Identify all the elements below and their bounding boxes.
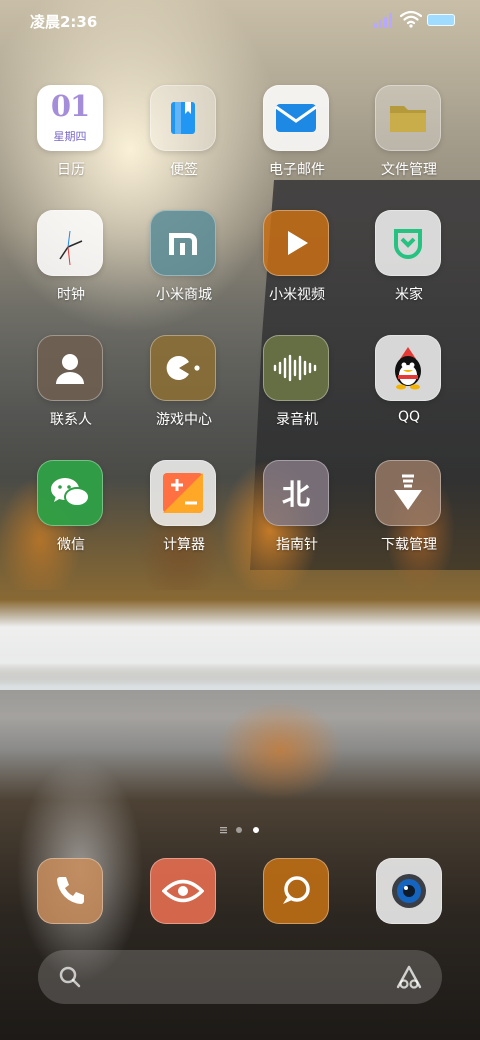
app-clock[interactable]: 时钟	[21, 210, 121, 320]
app-label: 指南针	[276, 537, 318, 553]
calendar-icon: 01 星期四	[37, 85, 103, 151]
app-label: 小米视频	[269, 287, 325, 303]
battery-icon	[427, 14, 455, 26]
dock-phone[interactable]	[37, 858, 103, 924]
app-label: 日历	[57, 162, 85, 178]
wechat-icon	[37, 460, 103, 526]
app-label: 时钟	[57, 287, 85, 303]
app-email[interactable]: 电子邮件	[247, 85, 347, 195]
app-download-manager[interactable]: 下载管理	[359, 460, 459, 570]
app-label: QQ	[397, 409, 421, 425]
search-icon[interactable]	[58, 965, 82, 989]
wifi-icon	[400, 10, 422, 28]
clock-icon	[37, 210, 103, 276]
camera-icon	[392, 874, 426, 908]
app-label: 下载管理	[381, 537, 437, 553]
page-dot	[236, 827, 242, 833]
wallpaper-snow	[0, 600, 480, 690]
search-bar[interactable]	[38, 950, 442, 1004]
phone-icon	[57, 877, 84, 904]
app-label: 录音机	[276, 412, 318, 428]
download-icon	[375, 460, 441, 526]
mail-icon	[263, 85, 329, 151]
page-list-icon	[220, 827, 227, 834]
app-label: 游戏中心	[156, 412, 212, 428]
app-mijia[interactable]: 米家	[359, 210, 459, 320]
app-qq[interactable]: QQ	[359, 335, 459, 445]
calendar-weekday: 星期四	[53, 130, 87, 143]
calendar-date: 01	[50, 89, 90, 123]
app-compass[interactable]: 北 指南针	[247, 460, 347, 570]
app-recorder[interactable]: 录音机	[247, 335, 347, 445]
folder-icon	[375, 85, 441, 151]
dock-browser[interactable]	[150, 858, 216, 924]
game-center-icon	[150, 335, 216, 401]
app-calculator[interactable]: 计算器	[134, 460, 234, 570]
app-calendar[interactable]: 01 星期四 日历	[21, 85, 121, 195]
app-label: 微信	[57, 537, 85, 553]
recorder-icon	[263, 335, 329, 401]
app-mi-store[interactable]: 小米商城	[134, 210, 234, 320]
app-label: 电子邮件	[269, 162, 325, 178]
messages-icon	[283, 876, 310, 904]
page-dot-active	[253, 827, 259, 833]
notes-icon	[150, 85, 216, 151]
mi-store-icon	[150, 210, 216, 276]
dock-camera[interactable]	[376, 858, 442, 924]
app-label: 便签	[170, 162, 198, 178]
app-wechat[interactable]: 微信	[21, 460, 121, 570]
compass-glyph: 北	[281, 478, 310, 511]
compass-icon: 北	[263, 460, 329, 526]
app-label: 联系人	[50, 412, 92, 428]
app-label: 小米商城	[156, 287, 212, 303]
app-label: 文件管理	[381, 162, 437, 178]
browser-eye-icon	[162, 879, 204, 903]
app-mi-video[interactable]: 小米视频	[247, 210, 347, 320]
app-game-center[interactable]: 游戏中心	[134, 335, 234, 445]
calculator-icon	[150, 460, 216, 526]
mijia-icon	[375, 210, 441, 276]
video-play-icon	[263, 210, 329, 276]
app-label: 米家	[395, 287, 423, 303]
dock-messages[interactable]	[263, 858, 329, 924]
status-time: 凌晨2:36	[30, 13, 98, 31]
contacts-icon	[37, 335, 103, 401]
signal-icon	[374, 12, 396, 28]
app-file-manager[interactable]: 文件管理	[359, 85, 459, 195]
app-notes[interactable]: 便签	[134, 85, 234, 195]
status-bar: 凌晨2:36	[0, 0, 480, 40]
assistant-icon[interactable]	[395, 964, 423, 990]
app-contacts[interactable]: 联系人	[21, 335, 121, 445]
page-indicator[interactable]	[220, 826, 280, 836]
app-label: 计算器	[163, 537, 205, 553]
qq-penguin-icon	[375, 335, 441, 401]
